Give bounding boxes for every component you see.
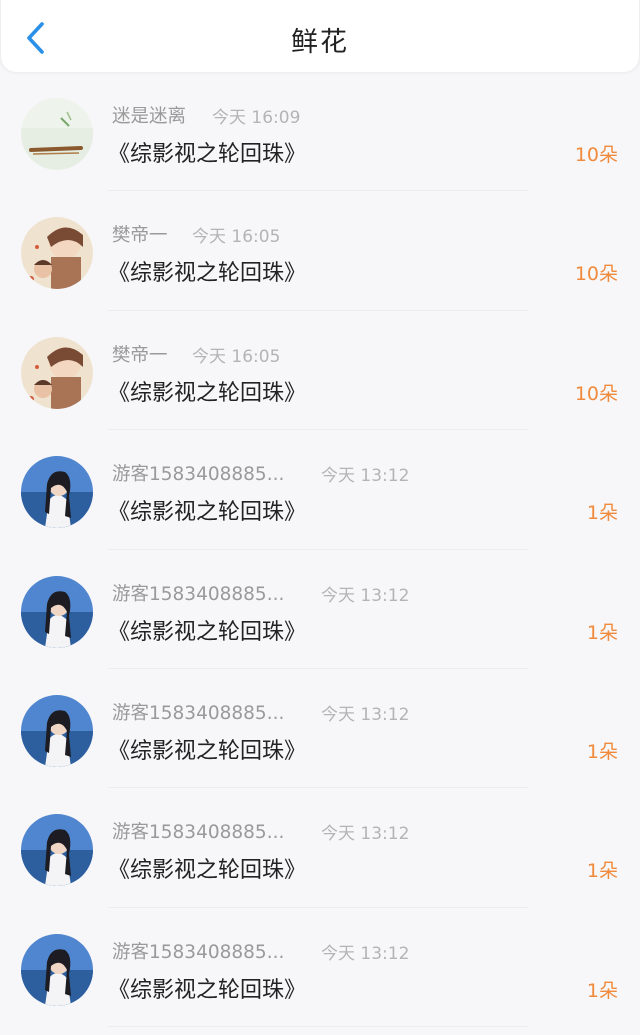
user-name[interactable]: 游客1583408885... (112, 460, 284, 486)
user-avatar[interactable] (21, 694, 93, 767)
user-name[interactable]: 樊帝一 (112, 221, 168, 247)
list-item[interactable]: 游客1583408885... 今天 13:12 《综影视之轮回珠》 1朵 (0, 908, 640, 1028)
book-title[interactable]: 《综影视之轮回珠》 (108, 375, 306, 407)
timestamp: 今天 13:12 (321, 943, 410, 964)
flower-count: 1朵 (586, 860, 618, 883)
timestamp: 今天 13:12 (321, 585, 410, 606)
list-item[interactable]: 游客1583408885... 今天 13:12 《综影视之轮回珠》 1朵 (0, 550, 640, 669)
book-title[interactable]: 《综影视之轮回珠》 (108, 614, 306, 646)
timestamp: 今天 16:09 (212, 108, 301, 128)
user-name[interactable]: 游客1583408885... (112, 818, 284, 844)
flower-count: 10朵 (574, 382, 618, 405)
timestamp: 今天 16:05 (192, 227, 281, 248)
user-name[interactable]: 游客1583408885... (112, 938, 284, 964)
list-item[interactable]: 游客1583408885... 今天 13:12 《综影视之轮回珠》 1朵 (0, 788, 640, 908)
user-name[interactable]: 迷是迷离 (112, 102, 186, 128)
list-item[interactable]: 樊帝一 今天 16:05 《综影视之轮回珠》 10朵 (0, 191, 640, 311)
timestamp: 今天 13:12 (321, 824, 410, 845)
list-item[interactable]: 迷是迷离 今天 16:09 《综影视之轮回珠》 10朵 (0, 72, 640, 192)
user-avatar[interactable] (21, 933, 93, 1006)
timestamp: 今天 13:12 (321, 466, 410, 487)
user-avatar[interactable] (21, 336, 93, 409)
list-item[interactable]: 樊帝一 今天 16:05 《综影视之轮回珠》 10朵 (0, 311, 640, 431)
flower-count: 10朵 (574, 263, 618, 286)
book-title[interactable]: 《综影视之轮回珠》 (108, 733, 306, 765)
timestamp: 今天 16:05 (192, 346, 281, 367)
flower-count: 1朵 (586, 621, 618, 644)
book-title[interactable]: 《综影视之轮回珠》 (108, 972, 306, 1004)
user-name[interactable]: 游客1583408885... (112, 580, 284, 606)
flower-count: 1朵 (586, 740, 618, 763)
user-avatar[interactable] (21, 456, 93, 529)
flower-count: 10朵 (574, 144, 618, 166)
user-name[interactable]: 樊帝一 (112, 341, 168, 367)
user-name[interactable]: 游客1583408885... (112, 699, 284, 725)
user-avatar[interactable] (21, 814, 93, 887)
flower-list: 迷是迷离 今天 16:09 《综影视之轮回珠》 10朵 樊帝一 今天 16:05… (0, 72, 640, 1028)
divider (108, 1026, 528, 1028)
user-avatar[interactable] (21, 217, 93, 290)
user-avatar[interactable] (21, 575, 93, 648)
flower-count: 1朵 (586, 502, 618, 525)
book-title[interactable]: 《综影视之轮回珠》 (108, 136, 306, 168)
book-title[interactable]: 《综影视之轮回珠》 (108, 852, 306, 884)
flower-count: 1朵 (586, 979, 618, 1002)
list-item[interactable]: 游客1583408885... 今天 13:12 《综影视之轮回珠》 1朵 (0, 430, 640, 550)
timestamp: 今天 13:12 (321, 704, 410, 725)
user-avatar[interactable] (21, 98, 93, 170)
list-item[interactable]: 游客1583408885... 今天 13:12 《综影视之轮回珠》 1朵 (0, 669, 640, 789)
page-title: 鲜花 (291, 27, 349, 58)
book-title[interactable]: 《综影视之轮回珠》 (108, 494, 306, 526)
book-title[interactable]: 《综影视之轮回珠》 (108, 255, 306, 287)
top-bar: 鲜花 (0, 0, 640, 72)
